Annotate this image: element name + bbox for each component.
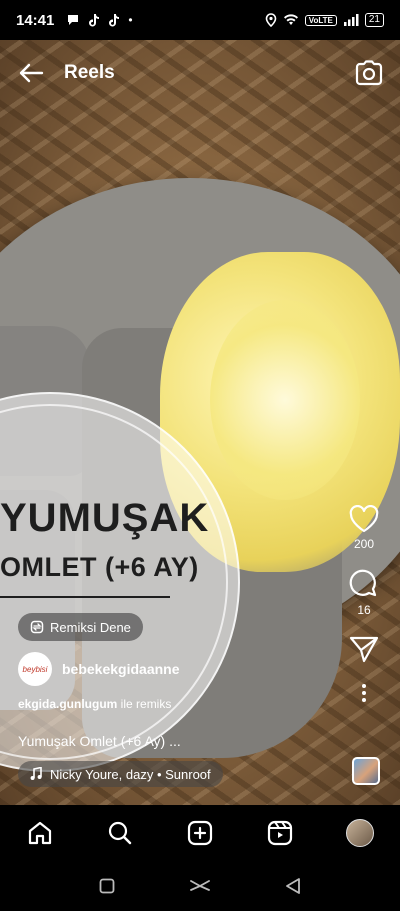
remix-credit-user[interactable]: ekgida.gunlugum bbox=[18, 697, 117, 711]
nav-create[interactable] bbox=[180, 813, 220, 853]
nav-search[interactable] bbox=[100, 813, 140, 853]
home-icon bbox=[28, 821, 52, 844]
like-count: 200 bbox=[353, 537, 375, 551]
page-title: Reels bbox=[64, 62, 115, 83]
overlay-title: YUMUŞAK bbox=[0, 496, 210, 540]
status-bar: 14:41 • VoLTE 21 bbox=[0, 0, 400, 40]
comment-count: 16 bbox=[357, 603, 371, 617]
music-label: Nicky Youre, dazy • Sunroof bbox=[50, 766, 211, 782]
status-time: 14:41 bbox=[16, 11, 55, 29]
tiktok-icon bbox=[109, 14, 120, 27]
back-button[interactable] bbox=[16, 58, 46, 88]
overlay-subtitle: OMLET (+6 AY) bbox=[0, 552, 199, 582]
bottom-navigation bbox=[0, 805, 400, 860]
more-options-button[interactable] bbox=[361, 683, 367, 707]
nav-profile[interactable] bbox=[340, 813, 380, 853]
reel-video[interactable]: YUMUŞAK OMLET (+6 AY) bbox=[0, 40, 400, 805]
nav-home[interactable] bbox=[20, 813, 60, 853]
reel-actions: 200 16 bbox=[342, 505, 386, 707]
profile-avatar bbox=[346, 818, 374, 847]
signal-icon bbox=[343, 14, 359, 26]
remix-button-label: Remiksi Dene bbox=[50, 619, 131, 635]
notification-icons: • bbox=[66, 13, 133, 27]
more-vertical-icon bbox=[362, 684, 366, 702]
music-pill[interactable]: Nicky Youre, dazy • Sunroof bbox=[18, 761, 223, 787]
author-username[interactable]: bebekekgidaanne bbox=[62, 661, 180, 677]
volte-badge: VoLTE bbox=[304, 14, 337, 26]
system-back-button[interactable] bbox=[278, 871, 308, 901]
square-icon bbox=[99, 878, 115, 893]
comment-icon bbox=[349, 569, 377, 597]
comment-button[interactable]: 16 bbox=[349, 569, 379, 617]
avatar-logo-text: beybisi bbox=[22, 664, 48, 674]
chat-icon bbox=[68, 15, 79, 25]
remix-icon bbox=[30, 620, 44, 634]
recent-apps-button[interactable] bbox=[92, 871, 122, 901]
music-note-icon bbox=[30, 767, 42, 780]
chevron-down-icon bbox=[190, 879, 210, 891]
remix-credit-suffix: ile remiks bbox=[117, 697, 172, 711]
camera-button[interactable] bbox=[354, 58, 384, 88]
share-button[interactable] bbox=[349, 635, 379, 663]
remix-button[interactable]: Remiksi Dene bbox=[18, 613, 143, 641]
reels-header: Reels bbox=[0, 48, 400, 98]
camera-icon bbox=[355, 60, 383, 86]
heart-icon bbox=[349, 505, 379, 533]
author-row: beybisi bebekekgidaanne bbox=[18, 652, 180, 686]
nav-reels[interactable] bbox=[260, 813, 300, 853]
more-notifications-dot: • bbox=[128, 13, 133, 27]
author-avatar[interactable]: beybisi bbox=[18, 652, 52, 686]
send-icon bbox=[349, 636, 379, 663]
wifi-icon bbox=[283, 14, 298, 25]
plus-square-icon bbox=[187, 820, 213, 845]
home-gesture-button[interactable] bbox=[185, 871, 215, 901]
location-icon bbox=[265, 13, 277, 27]
reels-icon bbox=[267, 820, 293, 845]
scrambled-egg-highlight bbox=[210, 300, 360, 500]
search-icon bbox=[108, 821, 132, 844]
arrow-left-icon bbox=[19, 63, 44, 83]
system-status-icons: VoLTE 21 bbox=[265, 13, 384, 27]
triangle-back-icon bbox=[286, 877, 301, 894]
reel-caption[interactable]: Yumuşak Omlet (+6 Ay) ... bbox=[18, 733, 181, 749]
tiktok-icon bbox=[89, 14, 100, 27]
battery-indicator: 21 bbox=[364, 13, 384, 27]
like-button[interactable]: 200 bbox=[349, 505, 379, 551]
overlay-underline bbox=[0, 596, 170, 598]
system-navigation bbox=[0, 860, 400, 911]
remix-credit: ekgida.gunlugum ile remiks bbox=[18, 697, 171, 711]
audio-thumbnail[interactable] bbox=[352, 757, 380, 785]
